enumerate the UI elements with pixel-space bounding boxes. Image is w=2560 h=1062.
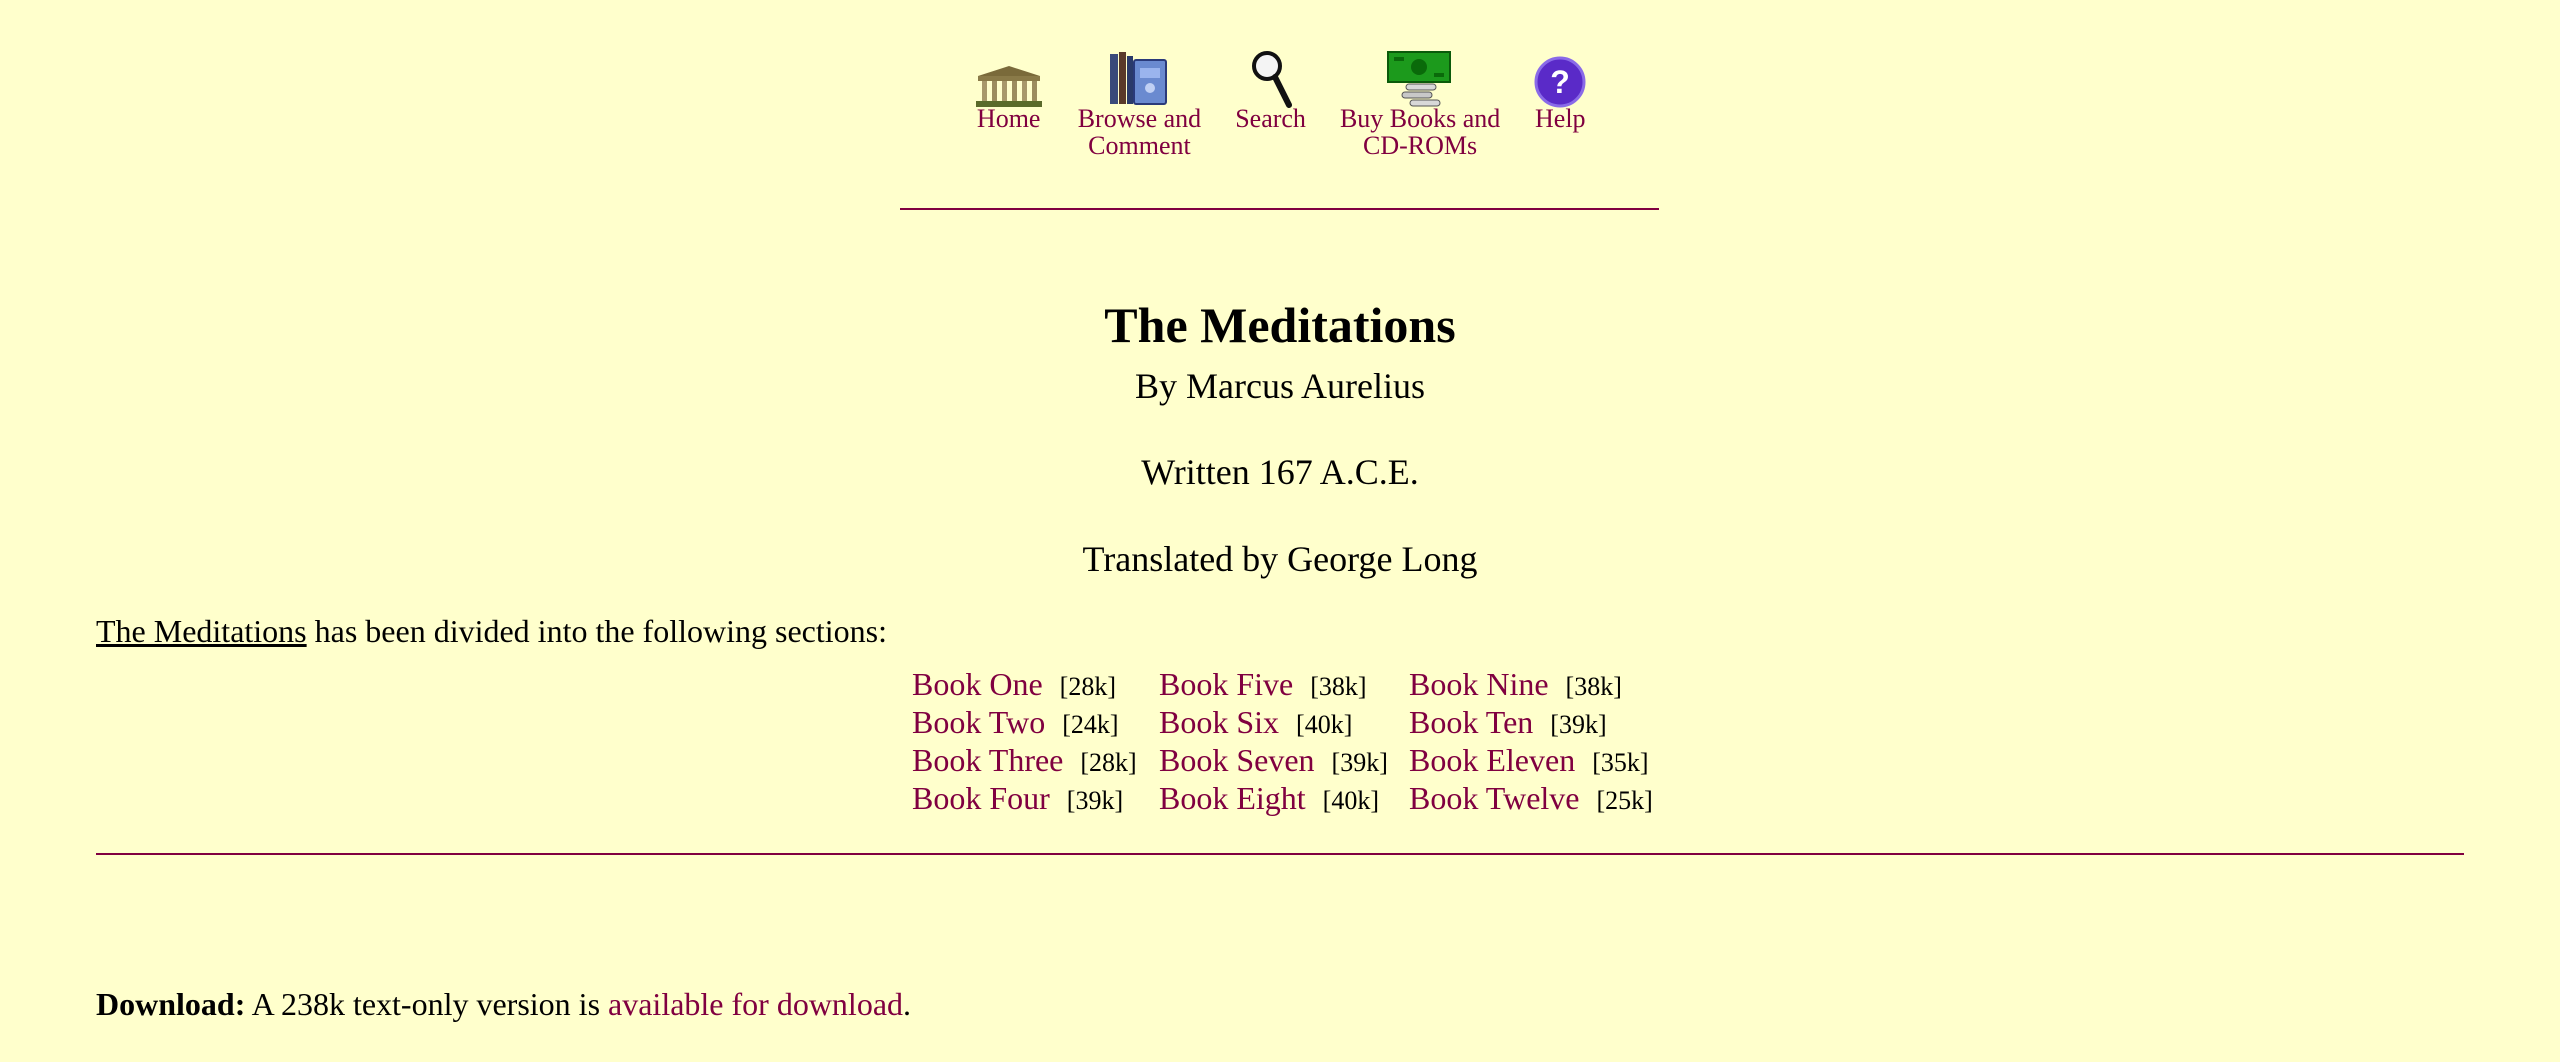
list-item: Book Two [24k] (912, 704, 1159, 742)
translator-line: Translated by George Long (1082, 539, 1478, 579)
browse-books-icon (1108, 46, 1170, 108)
book-link[interactable]: Book Twelve (1409, 780, 1579, 817)
help-question-icon: ? (1534, 46, 1586, 108)
book-size: [38k] (1565, 672, 1622, 701)
nav-buy-label-line1: Buy Books and (1339, 104, 1501, 133)
book-size: [38k] (1310, 672, 1367, 701)
list-item: Book Eleven [35k] (1409, 742, 1669, 780)
book-size: [39k] (1066, 786, 1124, 815)
written-line: Written 167 A.C.E. (1141, 452, 1419, 492)
book-size: [40k] (1322, 786, 1379, 815)
top-divider (900, 208, 1659, 210)
intro-text: has been divided into the following sect… (306, 613, 887, 649)
download-label: Download: (96, 986, 246, 1022)
book-size: [24k] (1062, 710, 1119, 739)
nav-help[interactable]: ? Help (1517, 46, 1603, 159)
svg-text:?: ? (1551, 64, 1571, 100)
list-item: Book One [28k] (912, 666, 1159, 704)
book-link[interactable]: Book Eleven (1409, 742, 1575, 779)
book-size: [28k] (1059, 672, 1116, 701)
search-magnifier-icon (1249, 46, 1293, 108)
book-size: [25k] (1596, 786, 1653, 815)
book-link[interactable]: Book Seven (1159, 742, 1315, 779)
list-item: Book Nine [38k] (1409, 666, 1669, 704)
book-link[interactable]: Book Eight (1159, 780, 1306, 817)
list-item: Book Five [38k] (1159, 666, 1409, 704)
book-link[interactable]: Book Nine (1409, 666, 1549, 703)
nav-buy[interactable]: Buy Books and CD-ROMs (1323, 46, 1517, 159)
list-item: Book Twelve [25k] (1409, 780, 1669, 818)
book-list: Book One [28k] Book Five [38k] Book Nine [3… (912, 666, 1669, 818)
nav-help-label: Help (1535, 104, 1586, 133)
page-title: The Meditations (1104, 296, 1456, 353)
top-navigation: Home Browse and Comment Search Buy Books… (0, 46, 2560, 159)
list-item: Book Seven [39k] (1159, 742, 1409, 780)
download-note: Download: A 238k text-only version is av… (96, 982, 911, 1026)
list-item: Book Eight [40k] (1159, 780, 1409, 818)
nav-browse[interactable]: Browse and Comment (1061, 46, 1218, 159)
book-link[interactable]: Book Two (912, 704, 1045, 741)
nav-home[interactable]: Home (957, 46, 1061, 159)
bottom-divider (96, 853, 2464, 855)
nav-buy-label-line2: CD-ROMs (1363, 131, 1478, 160)
book-link[interactable]: Book Six (1159, 704, 1279, 741)
list-item: Book Six [40k] (1159, 704, 1409, 742)
list-item: Book Three [28k] (912, 742, 1159, 780)
intro-work-title: The Meditations (96, 613, 307, 649)
book-size: [40k] (1296, 710, 1353, 739)
download-text: A 238k text-only version is (245, 986, 609, 1022)
book-link[interactable]: Book Three (912, 742, 1063, 779)
home-temple-icon (974, 46, 1044, 108)
nav-search-label: Search (1235, 104, 1306, 133)
list-item: Book Four [39k] (912, 780, 1159, 818)
nav-home-label: Home (976, 104, 1041, 133)
book-link[interactable]: Book Four (912, 780, 1050, 817)
download-end: . (903, 986, 912, 1022)
nav-browse-label-line1: Browse and (1077, 104, 1202, 133)
book-size: [39k] (1550, 710, 1607, 739)
download-link[interactable]: available for download (608, 986, 903, 1022)
nav-search[interactable]: Search (1218, 46, 1323, 159)
book-link[interactable]: Book Ten (1409, 704, 1533, 741)
book-size: [28k] (1080, 748, 1137, 777)
author-line: By Marcus Aurelius (1135, 366, 1425, 406)
sections-intro: The Meditations has been divided into th… (96, 609, 887, 653)
buy-books-money-icon (1386, 46, 1454, 108)
book-link[interactable]: Book One (912, 666, 1043, 703)
list-item: Book Ten [39k] (1409, 704, 1669, 742)
book-size: [35k] (1592, 748, 1649, 777)
book-size: [39k] (1331, 748, 1388, 777)
book-link[interactable]: Book Five (1159, 666, 1293, 703)
nav-browse-label-line2: Comment (1088, 131, 1191, 160)
